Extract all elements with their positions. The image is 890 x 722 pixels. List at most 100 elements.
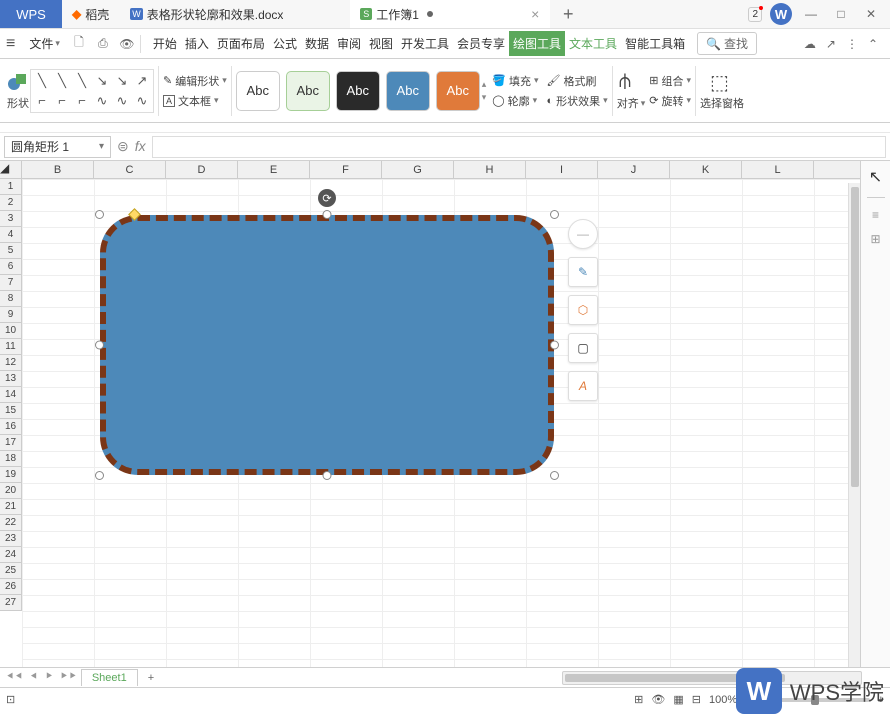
row-header[interactable]: 25 [0, 563, 21, 579]
col-header[interactable]: B [22, 161, 94, 178]
row-header[interactable]: 19 [0, 467, 21, 483]
row-header[interactable]: 18 [0, 451, 21, 467]
zoom-value[interactable]: 100% [709, 694, 737, 706]
col-header[interactable]: E [238, 161, 310, 178]
add-tab-button[interactable]: + [550, 0, 586, 28]
cloud-icon[interactable]: ☁ [804, 37, 816, 51]
tab-review[interactable]: 审阅 [333, 31, 365, 56]
tab-layout[interactable]: 页面布局 [213, 31, 269, 56]
print-icon[interactable]: ⎙ [92, 33, 114, 55]
line-icon[interactable]: ╲ [53, 72, 71, 90]
edit-shape-button[interactable]: ✎ 编辑形状 ▾ [163, 73, 227, 89]
view-page-icon[interactable]: ▦ [673, 693, 683, 706]
shape-gallery-button[interactable]: 形状 [6, 70, 30, 111]
cursor-icon[interactable]: ↖ [869, 167, 882, 187]
close-button[interactable]: ✕ [860, 3, 882, 25]
connector-icon[interactable]: ⌐ [33, 92, 51, 110]
preview-icon[interactable]: 👁 [116, 33, 138, 55]
view-normal-icon[interactable]: ⊞ [634, 693, 643, 706]
arrow-icon[interactable]: ↘ [93, 72, 111, 90]
last-sheet-icon[interactable]: ⯈⯈ [59, 671, 77, 684]
row-header[interactable]: 14 [0, 387, 21, 403]
row-header[interactable]: 23 [0, 531, 21, 547]
select-all-corner[interactable]: ◢ [0, 161, 22, 178]
curve-icon[interactable]: ∿ [113, 92, 131, 110]
tab-member[interactable]: 会员专享 [453, 31, 509, 56]
panel-icon[interactable]: ≡ [872, 208, 879, 222]
rotate-button[interactable]: ⟳ 旋转 ▾ [649, 93, 691, 109]
wps-logo-icon[interactable]: W [770, 3, 792, 25]
vertical-scrollbar[interactable] [848, 183, 860, 667]
row-header[interactable]: 3 [0, 211, 21, 227]
save-icon[interactable]: 🗋 [68, 33, 90, 55]
connector-icon[interactable]: ⌐ [73, 92, 91, 110]
row-header[interactable]: 2 [0, 195, 21, 211]
rounded-rectangle-shape[interactable] [100, 215, 554, 475]
col-header[interactable]: H [454, 161, 526, 178]
row-header[interactable]: 16 [0, 419, 21, 435]
collapse-ribbon-icon[interactable]: ⌃ [868, 37, 878, 51]
row-header[interactable]: 6 [0, 259, 21, 275]
row-header[interactable]: 27 [0, 595, 21, 611]
outline-tool-button[interactable]: ▢ [568, 333, 598, 363]
col-header[interactable]: G [382, 161, 454, 178]
row-header[interactable]: 26 [0, 579, 21, 595]
col-header[interactable]: D [166, 161, 238, 178]
style-swatch-3[interactable]: Abc [336, 71, 380, 111]
app-tab-wps[interactable]: WPS [0, 0, 62, 28]
scrollbar-thumb[interactable] [851, 187, 859, 487]
resize-handle-n[interactable] [323, 210, 332, 219]
name-box[interactable]: 圆角矩形 1 ▾ [4, 136, 111, 158]
col-header[interactable]: C [94, 161, 166, 178]
row-header[interactable]: 20 [0, 483, 21, 499]
next-sheet-icon[interactable]: ⯈ [44, 671, 53, 684]
resize-handle-s[interactable] [323, 471, 332, 480]
share-icon[interactable]: ↗ [826, 37, 836, 51]
fill-button[interactable]: 🪣 填充 ▾ [492, 73, 538, 89]
tab-workbook[interactable]: S 工作簿1 × [350, 0, 550, 28]
text-tool-button[interactable]: A [568, 371, 598, 401]
col-header[interactable]: I [526, 161, 598, 178]
col-header[interactable]: J [598, 161, 670, 178]
tab-smart-toolbox[interactable]: 智能工具箱 [621, 31, 689, 56]
row-header[interactable]: 11 [0, 339, 21, 355]
rotate-handle[interactable]: ⟳ [318, 189, 336, 207]
tab-formula[interactable]: 公式 [269, 31, 301, 56]
gallery-down-icon[interactable]: ▾ [482, 92, 487, 103]
tab-drawing-tools[interactable]: 绘图工具 [509, 31, 565, 56]
tab-insert[interactable]: 插入 [181, 31, 213, 56]
collapse-toolbar-button[interactable]: — [568, 219, 598, 249]
tab-data[interactable]: 数据 [301, 31, 333, 56]
row-header[interactable]: 8 [0, 291, 21, 307]
row-header[interactable]: 12 [0, 355, 21, 371]
hamburger-icon[interactable]: ≡ [6, 35, 15, 53]
connector-icon[interactable]: ⌐ [53, 92, 71, 110]
prev-sheet-icon[interactable]: ⯇ [30, 671, 39, 684]
gallery-up-icon[interactable]: ▴ [482, 79, 487, 90]
view-eye-icon[interactable]: 👁 [651, 693, 665, 706]
row-header[interactable]: 13 [0, 371, 21, 387]
eyedropper-button[interactable]: ✎ [568, 257, 598, 287]
minimize-button[interactable]: — [800, 3, 822, 25]
notification-badge[interactable]: 2 [748, 7, 762, 22]
arrow-icon[interactable]: ↘ [113, 72, 131, 90]
resize-handle-ne[interactable] [550, 210, 559, 219]
row-header[interactable]: 7 [0, 275, 21, 291]
tab-text-tools[interactable]: 文本工具 [565, 31, 621, 56]
row-header[interactable]: 24 [0, 547, 21, 563]
resize-handle-se[interactable] [550, 471, 559, 480]
add-sheet-button[interactable]: + [142, 670, 160, 686]
resize-handle-nw[interactable] [95, 210, 104, 219]
row-header[interactable]: 10 [0, 323, 21, 339]
row-header[interactable]: 1 [0, 179, 21, 195]
style-swatch-1[interactable]: Abc [236, 71, 280, 111]
shape-effect-button[interactable]: ◐ 形状效果 ▾ [547, 93, 608, 109]
search-button[interactable]: 🔍 查找 [697, 32, 757, 55]
shape-style-gallery[interactable]: Abc Abc Abc Abc Abc [236, 71, 480, 111]
file-menu[interactable]: 文件 ▾ [23, 35, 66, 52]
col-header[interactable]: K [670, 161, 742, 178]
row-header[interactable]: 17 [0, 435, 21, 451]
first-sheet-icon[interactable]: ⯇⯇ [6, 671, 24, 684]
arrow-icon[interactable]: ↗ [133, 72, 151, 90]
view-layout-icon[interactable]: ⊟ [692, 693, 701, 706]
